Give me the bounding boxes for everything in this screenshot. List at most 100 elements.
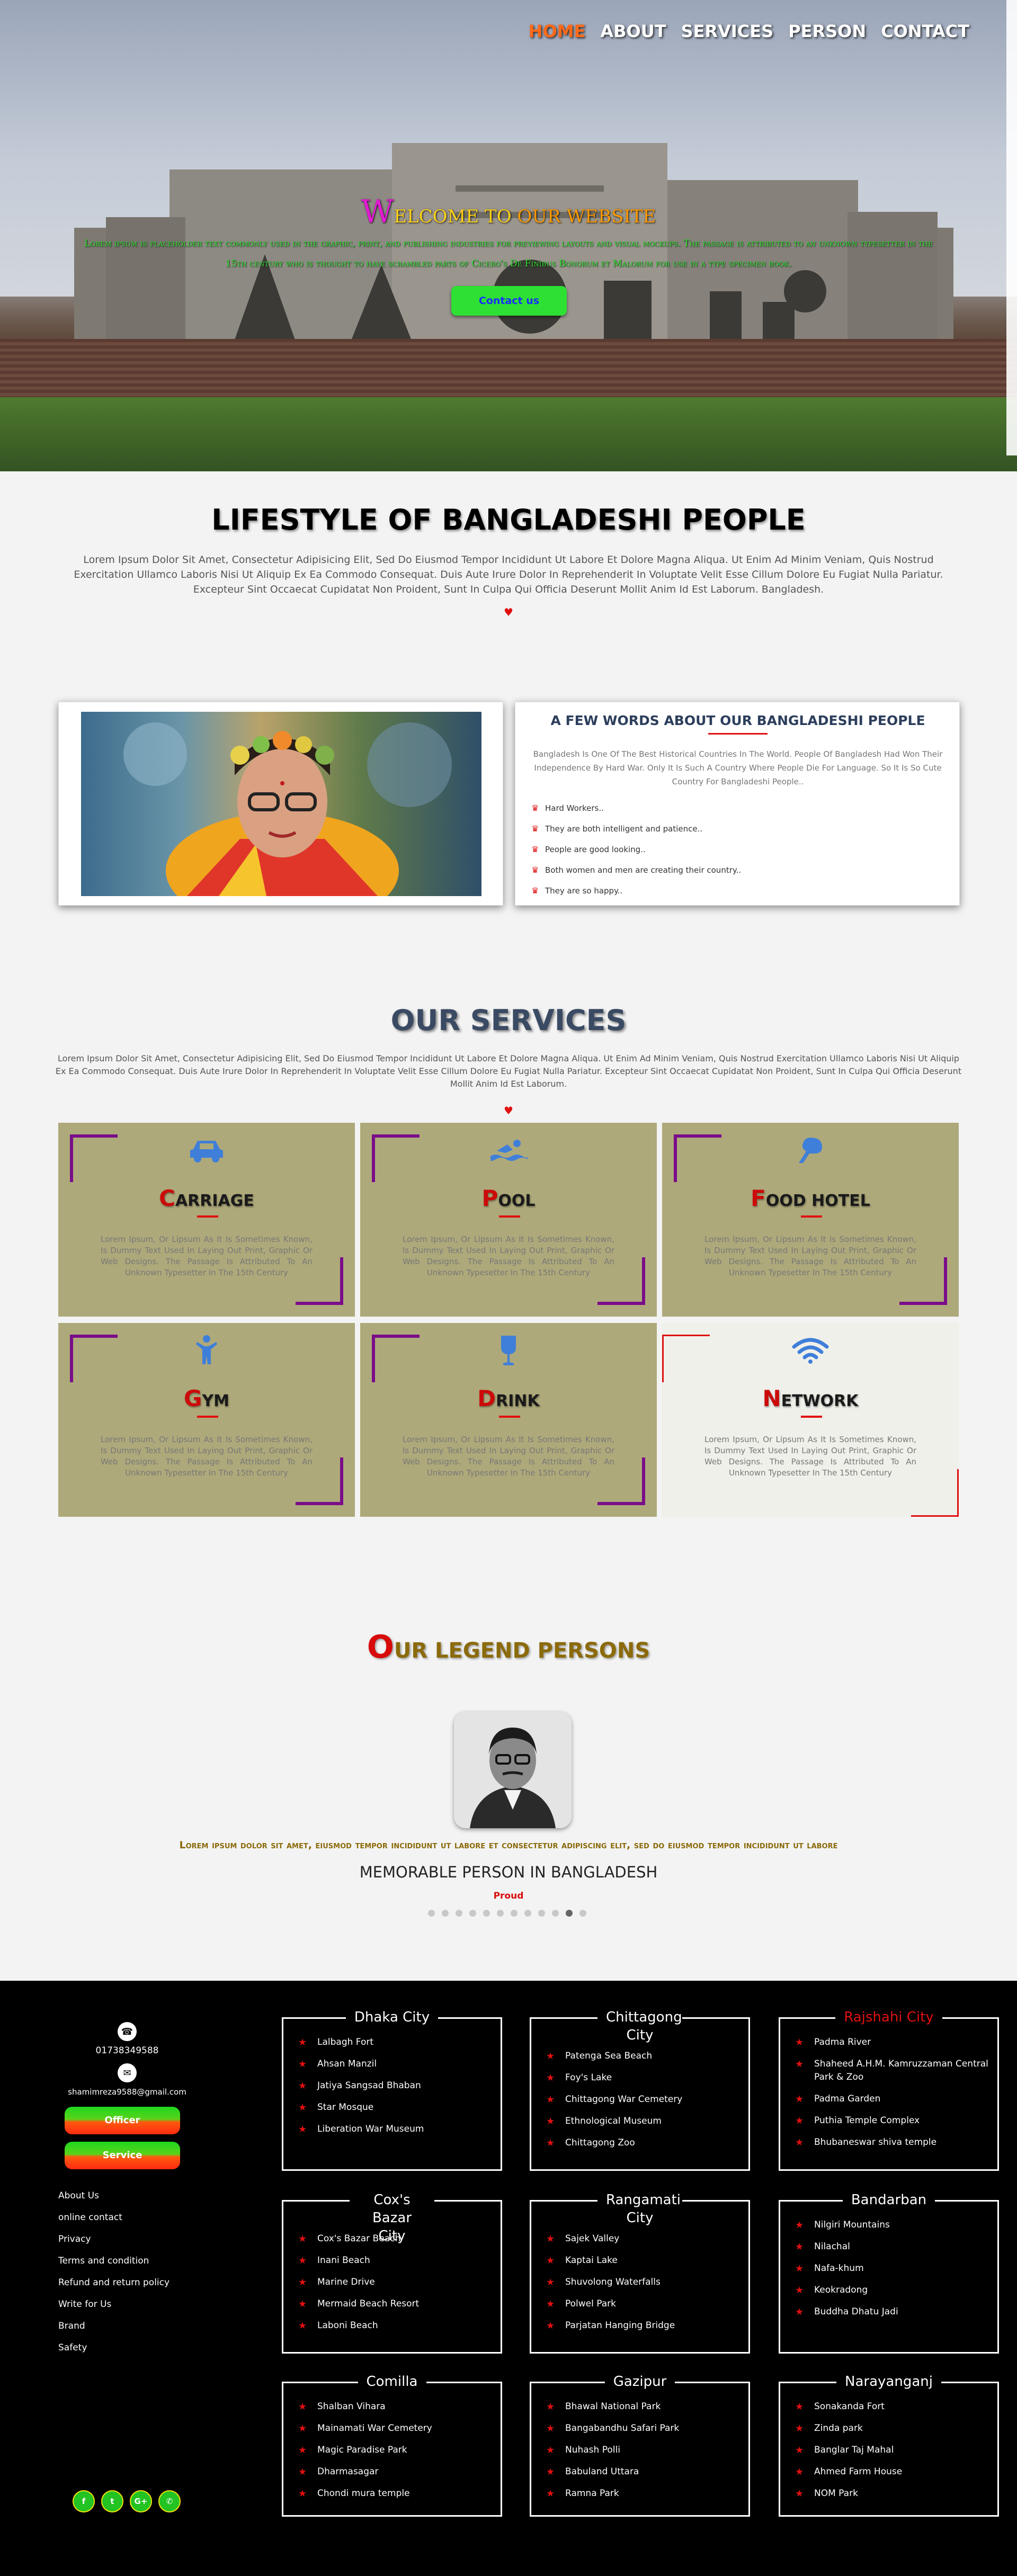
carousel-dot[interactable] (552, 1910, 559, 1917)
place-item[interactable]: Bangabandhu Safari Park (546, 2418, 679, 2439)
place-item[interactable]: Star Mosque (298, 2097, 424, 2118)
place-item[interactable]: Padma Garden (795, 2088, 991, 2110)
nav-person[interactable]: PERSON (788, 21, 866, 41)
city-title: Gazipur (604, 2373, 675, 2391)
service-card-pool[interactable]: POOL Lorem Ipsum, Or Lipsum As It Is Som… (360, 1123, 657, 1317)
service-button[interactable]: Service (65, 2142, 180, 2169)
place-item[interactable]: Patenga Sea Beach (546, 2045, 682, 2067)
place-item[interactable]: Polwel Park (546, 2293, 675, 2315)
footer-link[interactable]: About Us (58, 2190, 170, 2212)
place-item[interactable]: Ramna Park (546, 2483, 679, 2505)
facebook-icon[interactable]: f (73, 2490, 95, 2512)
place-item[interactable]: Foy's Lake (546, 2067, 682, 2089)
carousel-dot[interactable] (566, 1910, 573, 1917)
service-name-rest: OOD HOTEL (765, 1192, 870, 1210)
place-item[interactable]: Shaheed A.H.M. Kamruzzaman Central Park … (795, 2053, 991, 2088)
place-item[interactable]: Bhubaneswar shiva temple (795, 2132, 991, 2153)
place-item[interactable]: Mainamati War Cemetery (298, 2418, 432, 2439)
legend-title: OUR LEGEND PERSONS (0, 1629, 1017, 1666)
place-item[interactable]: Ahsan Manzil (298, 2053, 424, 2075)
service-underline (801, 1215, 822, 1218)
place-item[interactable]: Mermaid Beach Resort (298, 2293, 419, 2315)
place-item[interactable]: Parjatan Hanging Bridge (546, 2315, 675, 2337)
footer-link[interactable]: Write for Us (58, 2299, 170, 2321)
place-item[interactable]: Sajek Valley (546, 2228, 675, 2250)
officer-button[interactable]: Officer (65, 2107, 180, 2134)
google-plus-icon[interactable]: G+ (130, 2490, 152, 2512)
carousel-dot[interactable] (442, 1910, 449, 1917)
footer-link[interactable]: Terms and condition (58, 2256, 170, 2277)
city-box-rajshahi: Rajshahi City Padma River Shaheed A.H.M.… (779, 2008, 999, 2171)
place-item[interactable]: Chittagong War Cemetery (546, 2089, 682, 2110)
place-item[interactable]: NOM Park (795, 2483, 902, 2505)
carousel-dot[interactable] (579, 1910, 586, 1917)
service-card-network[interactable]: NETWORK Lorem Ipsum, Or Lipsum As It Is … (662, 1323, 959, 1517)
footer-link[interactable]: Privacy (58, 2234, 170, 2256)
service-description: Lorem Ipsum, Or Lipsum As It Is Sometime… (101, 1235, 313, 1277)
place-item[interactable]: Ethnological Museum (546, 2110, 682, 2132)
place-item[interactable]: Lalbagh Fort (298, 2032, 424, 2053)
place-item[interactable]: Nilachal (795, 2236, 898, 2258)
carousel-dot[interactable] (497, 1910, 504, 1917)
carousel-dot[interactable] (511, 1910, 518, 1917)
place-item[interactable]: Jatiya Sangsad Bhaban (298, 2075, 424, 2097)
place-item[interactable]: Banglar Taj Mahal (795, 2439, 902, 2461)
place-item[interactable]: Laboni Beach (298, 2315, 419, 2337)
email-address[interactable]: shamimreza9588@gmail.com (0, 2087, 254, 2097)
place-item[interactable]: Nilgiri Mountains (795, 2214, 898, 2236)
corner-decoration (911, 1469, 959, 1517)
service-card-drink[interactable]: DRINK Lorem Ipsum, Or Lipsum As It Is So… (360, 1323, 657, 1517)
about-title-underline (708, 733, 768, 735)
footer-link[interactable]: online contact (58, 2212, 170, 2234)
footer-link[interactable]: Safety (58, 2342, 170, 2364)
place-item[interactable]: Nuhash Polli (546, 2439, 679, 2461)
contact-us-button[interactable]: Contact us (451, 286, 567, 316)
place-item[interactable]: Babuland Uttara (546, 2461, 679, 2483)
footer-link[interactable]: Refund and return policy (58, 2277, 170, 2299)
place-item[interactable]: Kaptai Lake (546, 2250, 675, 2271)
twitter-icon[interactable]: t (101, 2490, 123, 2512)
place-item[interactable]: Nafa-khum (795, 2258, 898, 2279)
place-item[interactable]: Chittagong Zoo (546, 2132, 682, 2154)
place-item[interactable]: Ahmed Farm House (795, 2461, 902, 2483)
carousel-dot[interactable] (524, 1910, 531, 1917)
place-item[interactable]: Shuvolong Waterfalls (546, 2271, 675, 2293)
place-item[interactable]: Bhawal National Park (546, 2396, 679, 2418)
place-item[interactable]: Puthia Temple Complex (795, 2110, 991, 2132)
city-box-coxs-bazar: Cox's Bazar City Cox's Bazar Beach Inani… (282, 2191, 502, 2354)
carousel-dot[interactable] (428, 1910, 435, 1917)
place-item[interactable]: Keokradong (795, 2279, 898, 2301)
nav-home[interactable]: HOME (529, 21, 586, 41)
service-card-carriage[interactable]: CARRIAGE Lorem Ipsum, Or Lipsum As It Is… (58, 1123, 355, 1317)
place-item[interactable]: Magic Paradise Park (298, 2439, 432, 2461)
service-name: POOL (360, 1185, 657, 1211)
place-item[interactable]: Padma River (795, 2032, 991, 2053)
carousel-dot[interactable] (469, 1910, 476, 1917)
service-underline (197, 1215, 218, 1218)
carousel-dot[interactable] (483, 1910, 490, 1917)
nav-about[interactable]: ABOUT (600, 21, 666, 41)
place-item[interactable]: Dharmasagar (298, 2461, 432, 2483)
phone-number[interactable]: 01738349588 (0, 2045, 254, 2056)
carousel-dot[interactable] (456, 1910, 462, 1917)
footer-link[interactable]: Brand (58, 2321, 170, 2342)
place-item[interactable]: Cox's Bazar Beach (298, 2228, 419, 2250)
service-underline (499, 1215, 520, 1218)
phone-social-icon[interactable]: ✆ (158, 2490, 181, 2512)
place-item[interactable]: Liberation War Museum (298, 2118, 424, 2140)
service-description: Lorem Ipsum, Or Lipsum As It Is Sometime… (403, 1435, 614, 1478)
place-item[interactable]: Zinda park (795, 2418, 902, 2439)
carousel-dot[interactable] (538, 1910, 545, 1917)
about-text: Bangladesh Is One Of The Best Historical… (533, 749, 943, 786)
service-name-rest: OOL (498, 1192, 536, 1210)
place-item[interactable]: Marine Drive (298, 2271, 419, 2293)
place-item[interactable]: Chondi mura temple (298, 2483, 432, 2505)
nav-contact[interactable]: CONTACT (881, 21, 969, 41)
place-item[interactable]: Inani Beach (298, 2250, 419, 2271)
place-item[interactable]: Sonakanda Fort (795, 2396, 902, 2418)
place-item[interactable]: Buddha Dhatu Jadi (795, 2301, 898, 2323)
place-item[interactable]: Shalban Vihara (298, 2396, 432, 2418)
nav-services[interactable]: SERVICES (681, 21, 774, 41)
service-card-gym[interactable]: GYM Lorem Ipsum, Or Lipsum As It Is Some… (58, 1323, 355, 1517)
service-card-food-hotel[interactable]: FOOD HOTEL Lorem Ipsum, Or Lipsum As It … (662, 1123, 959, 1317)
